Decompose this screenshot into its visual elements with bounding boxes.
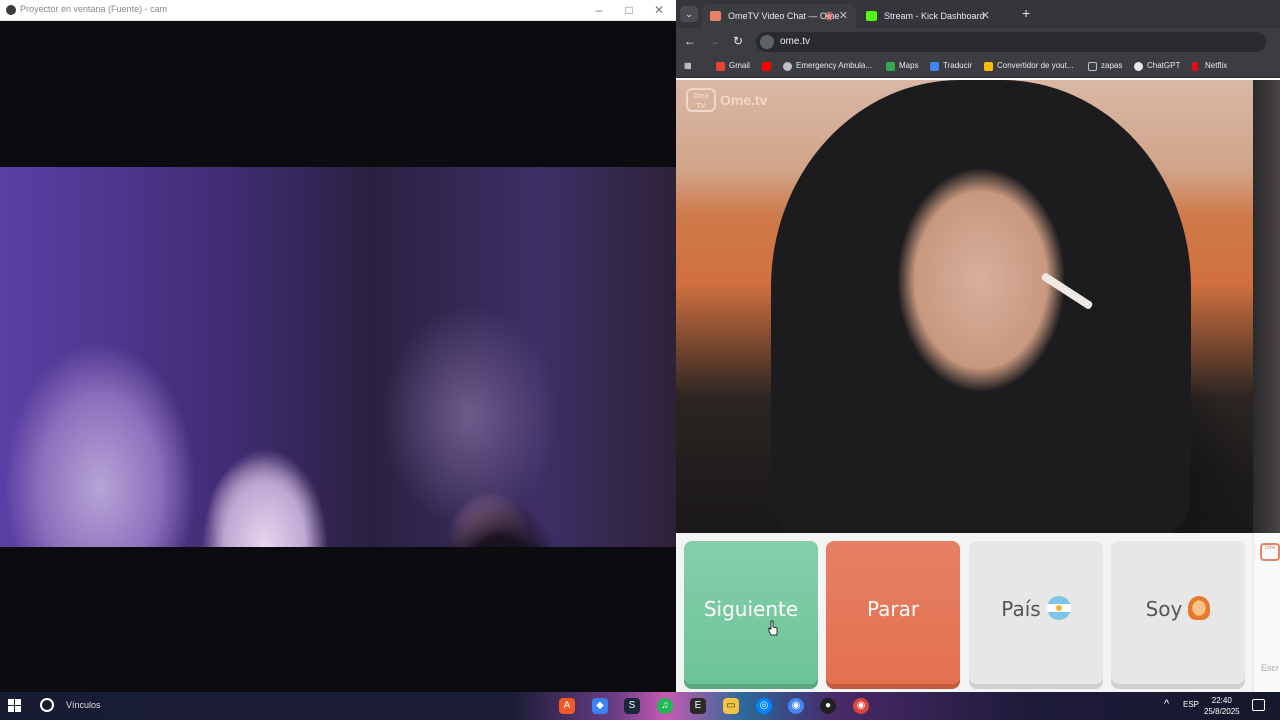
hand-cursor-icon [768,620,778,636]
country-button[interactable]: País [969,541,1103,684]
ometv-mini-logo-icon: Ome [1260,543,1280,561]
remote-video [676,80,1253,533]
bookmark-netflix[interactable]: Netflix [1192,61,1227,71]
time-text: 22:40 [1211,696,1232,705]
gmail-icon [716,62,725,71]
url-text[interactable]: ome.tv [780,36,810,47]
messenger-icon[interactable]: ◎ [756,698,772,714]
video-side-strip [1253,80,1280,533]
obs-icon [6,5,16,15]
gender-button[interactable]: Soy [1111,541,1245,684]
projector-window-title: Proyector en ventana (Fuente) - cam [20,4,168,14]
search-icon[interactable] [40,698,54,712]
chat-input-placeholder[interactable]: Escr [1261,663,1279,673]
maximize-button[interactable]: □ [614,2,644,18]
ometv-page: Ome TV Ome.tv Siguiente Parar País Soy O… [676,78,1280,692]
adobe-acrobat-icon[interactable]: A [559,698,575,714]
logo-text: Ome.tv [720,92,768,108]
back-icon[interactable]: ← [682,34,698,48]
forward-icon[interactable]: → [706,34,722,48]
kick-favicon [866,11,877,21]
netflix-icon [1192,62,1198,71]
bookmark-emergency[interactable]: Emergency Ambula... [783,61,872,71]
tab-ometv[interactable]: OmeTV Video Chat — Ome ◉ ✕ [702,4,856,28]
bookmark-gmail[interactable]: Gmail [716,61,750,71]
chrome-icon[interactable]: ◉ [788,698,804,714]
taskbar-search-label[interactable]: Vínculos [66,700,101,710]
tab-kick-dashboard[interactable]: Stream - Kick Dashboard ✕ [858,4,998,28]
browser-window: ⌄ OmeTV Video Chat — Ome ◉ ✕ Stream - Ki… [676,0,1280,692]
bookmarks-bar: ▦ Gmail Emergency Ambula... Maps Traduci… [676,56,1280,78]
youtube-icon [762,62,771,71]
steam-icon[interactable]: S [624,698,640,714]
recording-icon: ◉ [824,10,834,22]
translate-icon [930,62,939,71]
tab-search-button[interactable]: ⌄ [680,6,698,22]
folder-icon [1088,62,1097,71]
windows-taskbar: Vínculos A ◆ S ♫ E ▭ ◎ ◉ ● ◉ ^ ESP 22:40… [0,692,1280,720]
spotify-icon[interactable]: ♫ [657,698,673,714]
close-button[interactable]: ✕ [644,2,674,18]
webcam-preview [0,167,676,547]
minimize-button[interactable]: – [584,2,614,18]
apps-grid-icon[interactable]: ▦ [684,61,692,70]
language-indicator[interactable]: ESP [1183,700,1199,709]
windows-start-icon[interactable] [8,699,22,713]
tv-logo-icon: Ome TV [686,88,716,112]
notification-icon[interactable] [1252,699,1265,711]
bookmark-maps[interactable]: Maps [886,61,919,71]
globe-icon [783,62,792,71]
tab-label: Stream - Kick Dashboard [884,11,985,21]
converter-icon [984,62,993,71]
obs-taskbar-icon[interactable]: ● [820,698,836,714]
tray-overflow-icon[interactable]: ^ [1164,698,1169,710]
argentina-flag-icon [1046,596,1071,620]
epic-games-icon[interactable]: E [690,698,706,714]
app-icon[interactable]: ◆ [592,698,608,714]
projector-window: Proyector en ventana (Fuente) - cam – □ … [0,0,676,692]
close-tab-icon[interactable]: ✕ [981,4,990,28]
stranger-figure [771,80,1191,533]
chat-panel[interactable]: Ome Escr [1253,533,1280,692]
bookmark-traducir[interactable]: Traducir [930,61,972,71]
file-explorer-icon[interactable]: ▭ [723,698,739,714]
chrome-profile-icon[interactable]: ◉ [853,698,869,714]
next-button[interactable]: Siguiente [684,541,818,684]
date-text: 25/8/2025 [1204,707,1240,716]
tab-label: OmeTV Video Chat — Ome [728,11,840,21]
browser-toolbar: ← → ↻ ome.tv [676,28,1280,56]
site-info-icon[interactable] [760,35,774,49]
new-tab-button[interactable]: + [1022,5,1030,21]
projector-title-bar[interactable]: Proyector en ventana (Fuente) - cam – □ … [0,0,676,21]
address-bar[interactable]: ome.tv [756,32,1266,52]
chatgpt-icon [1134,62,1143,71]
ometv-favicon [710,11,721,21]
bookmark-chatgpt[interactable]: ChatGPT [1134,61,1180,71]
close-tab-icon[interactable]: ✕ [839,4,848,28]
woman-emoji-icon [1188,596,1211,620]
tab-strip: ⌄ OmeTV Video Chat — Ome ◉ ✕ Stream - Ki… [676,0,1280,28]
clock[interactable]: 22:40 25/8/2025 [1204,695,1240,717]
bookmark-convertidor[interactable]: Convertidor de yout... [984,61,1073,71]
reload-icon[interactable]: ↻ [730,34,746,48]
bookmark-zapas[interactable]: zapas [1088,61,1122,71]
maps-icon [886,62,895,71]
stop-button[interactable]: Parar [826,541,960,684]
chat-controls: Siguiente Parar País Soy [676,533,1280,692]
